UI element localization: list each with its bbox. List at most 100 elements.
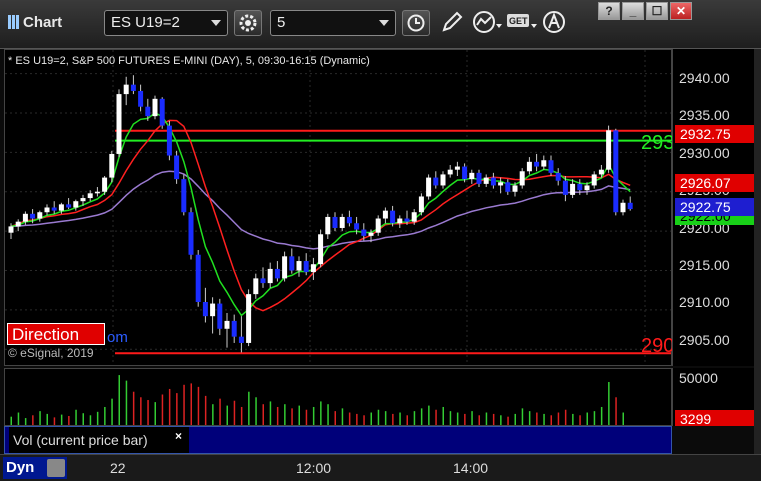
candle-body [375,218,381,233]
minimize-button[interactable]: _ [622,2,644,20]
candle-body [627,202,633,210]
candle-body [87,193,93,199]
chart-logo-icon [8,15,19,29]
candle-body [426,177,432,197]
candle-body [159,98,165,126]
dynamic-mode-button[interactable]: Dyn [3,457,67,479]
candle-body [354,223,360,230]
price-flag-high: 2932.75 [675,125,754,143]
volume-bar [572,413,574,425]
volume-bar [449,411,452,425]
volume-bar [269,401,272,425]
candle-body [519,171,525,186]
volume-bar [32,415,34,425]
candle-body [346,216,352,224]
price-axis[interactable]: 2940.00 2935.00 2930.00 2925.00 2920.00 … [672,49,754,366]
candle-body [332,216,338,228]
candle-body [361,229,367,236]
candle-body [382,210,388,219]
vertical-scrollbar[interactable] [754,49,761,454]
candle-body [102,177,108,192]
candle-body [548,160,554,173]
candle-body [418,196,424,213]
volume-bar [543,413,545,425]
candle-body [195,254,201,302]
volume-bar [140,397,142,425]
candle-body [181,179,187,213]
candle-body [166,125,172,156]
volume-bar [298,405,300,425]
volume-bar [39,411,41,425]
candle-body [505,182,511,192]
candle-body [584,185,590,191]
volume-bar [500,415,502,425]
volume-bar [161,394,164,425]
volume-bar [320,401,322,425]
candle-body [267,268,273,284]
volume-bar [557,412,560,425]
candle-body [490,177,496,186]
volume-bar [341,408,344,425]
candle-body [433,177,439,186]
volume-bar [514,413,516,425]
price-tick: 2930.00 [679,145,730,161]
cursor-button[interactable] [542,10,568,36]
volume-bar [521,408,524,425]
candle-body [231,320,237,337]
symbol-dropdown[interactable]: ES U19=2 [104,10,228,36]
volume-bar [255,397,257,425]
app-title-text: Chart [23,14,63,31]
settings-button[interactable] [234,10,262,36]
volume-bar [10,416,12,425]
interval-value: 5 [277,14,286,31]
price-tick: 2910.00 [679,294,730,310]
volume-bar [363,415,365,425]
help-button[interactable]: ? [598,2,620,20]
candle-body [310,264,316,273]
candle-body [534,161,540,167]
time-axis[interactable]: Dyn 22 12:00 14:00 [0,454,761,481]
candle-body [8,226,14,233]
volume-bar [478,415,480,425]
volume-bar [118,375,120,425]
volume-bar [46,413,48,425]
volume-bar [305,409,308,425]
study-button[interactable] [472,10,504,36]
volume-bar [492,413,495,425]
maximize-button[interactable]: ☐ [646,2,668,20]
price-flag-ma: 2926.07 [675,174,754,192]
draw-tool-button[interactable] [440,10,468,36]
price-chart[interactable] [5,50,671,365]
volume-bar [276,406,279,425]
price-tick: 2905.00 [679,332,730,348]
volume-bar [75,409,77,425]
time-label: 14:00 [453,460,489,476]
candle-body [613,130,619,213]
candle-body [217,303,223,329]
candle-body [44,207,50,213]
candle-body [483,177,489,184]
price-chart-panel[interactable] [4,49,672,366]
volume-study-bar[interactable]: Vol (current price bar) × [4,426,672,454]
gear-icon [239,14,257,32]
volume-bar [53,417,56,425]
candle-body [462,166,468,180]
volume-bar [17,412,20,425]
clock-button[interactable] [402,10,430,36]
volume-panel[interactable] [4,368,672,426]
volume-chart [10,375,624,425]
svg-text:GET: GET [509,16,528,26]
close-button[interactable]: ✕ [670,2,692,20]
ma-mid-line [10,119,631,312]
get-button[interactable]: GET [506,10,540,36]
volume-bar [528,411,531,425]
close-study-icon[interactable]: × [175,429,182,443]
direction-button[interactable]: Direction [7,323,105,345]
volume-bar [183,384,185,425]
interval-dropdown[interactable]: 5 [270,10,396,36]
candle-body [138,90,144,107]
volume-bar [125,380,128,425]
candle-body [37,212,43,219]
volume-bar [420,408,423,425]
candle-body [80,198,86,202]
